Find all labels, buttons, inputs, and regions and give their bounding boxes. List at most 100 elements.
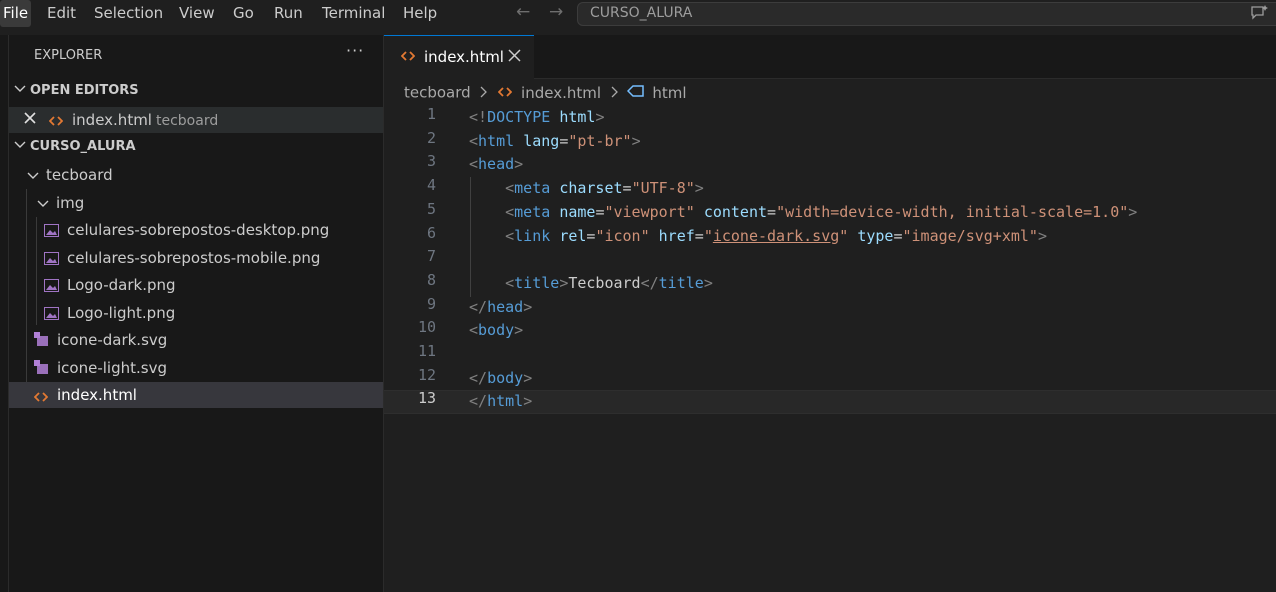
tree-file-png[interactable]: celulares-sobrepostos-desktop.png <box>9 217 383 243</box>
menu-go[interactable]: Go <box>233 0 254 27</box>
tree-file-html[interactable]: index.html <box>9 382 383 408</box>
code-token: > <box>523 368 533 387</box>
code-token: < <box>469 321 479 340</box>
code-token: > <box>523 392 533 411</box>
code-token: head <box>478 155 515 174</box>
tab-index-html[interactable]: index.html <box>384 35 534 79</box>
code-token: < <box>469 155 479 174</box>
line-number: 13 <box>417 389 436 408</box>
code-token: > <box>703 273 713 292</box>
chevron-down-icon <box>14 83 30 98</box>
menu-terminal[interactable]: Terminal <box>322 0 385 27</box>
tree-file-png[interactable]: Logo-dark.png <box>9 272 383 298</box>
folder-label: tecboard <box>46 166 113 184</box>
line-number: 11 <box>417 342 436 360</box>
command-center-search[interactable]: CURSO_ALURA <box>577 2 1276 26</box>
menu-selection[interactable]: Selection <box>94 0 163 27</box>
line-number: 3 <box>426 152 436 171</box>
code-token: icone-dark.svg <box>712 226 840 245</box>
code-line[interactable]: <html lang="pt-br"> <box>469 129 641 153</box>
workspace-name: CURSO_ALURA <box>590 5 693 21</box>
chevron-down-icon <box>37 195 49 213</box>
file-label: icone-light.svg <box>57 359 167 377</box>
open-editor-folder: tecboard <box>155 113 219 129</box>
workspace-header[interactable]: CURSO_ALURA <box>14 139 136 154</box>
menu-view[interactable]: View <box>179 0 215 27</box>
code-token: > <box>631 131 641 150</box>
file-label: index.html <box>57 386 137 404</box>
code-token: <! <box>469 108 488 126</box>
ellipsis-icon[interactable]: ··· <box>346 41 364 60</box>
svg-file-icon <box>34 332 48 350</box>
menu-run[interactable]: Run <box>274 0 303 27</box>
tab-label: index.html <box>424 48 504 66</box>
code-token: charset <box>559 179 623 198</box>
forward-arrow-icon[interactable]: → <box>549 2 563 22</box>
tree-file-svg[interactable]: icone-light.svg <box>9 355 383 381</box>
code-token: href <box>658 226 695 245</box>
tree-folder-img[interactable]: img <box>9 190 383 216</box>
code-token: </ <box>640 273 659 292</box>
explorer-sidebar: EXPLORER ··· OPEN EDITORS index.html tecb… <box>0 35 384 592</box>
line-number: 8 <box>426 270 436 289</box>
sidebar-divider <box>8 35 9 592</box>
line-number: 9 <box>426 294 436 313</box>
code-token: = <box>622 179 632 198</box>
close-icon[interactable] <box>508 47 521 66</box>
line-number: 1 <box>426 105 436 123</box>
code-line[interactable]: </head> <box>469 295 532 319</box>
code-token: = <box>694 226 704 245</box>
line-number: 7 <box>426 247 436 266</box>
code-token: < <box>469 131 479 150</box>
code-line[interactable]: </html> <box>469 389 532 413</box>
breadcrumb-symbol[interactable]: html <box>652 84 686 102</box>
code-token: < <box>505 202 515 221</box>
code-token: < <box>505 273 515 292</box>
menu-file[interactable]: File <box>0 0 32 27</box>
line-number: 2 <box>426 128 436 147</box>
line-number: 12 <box>417 365 436 384</box>
back-arrow-icon[interactable]: ← <box>516 2 530 22</box>
chat-sparkle-icon[interactable] <box>1250 4 1270 26</box>
image-file-icon <box>44 306 59 324</box>
code-line[interactable]: </body> <box>469 366 532 390</box>
code-token: > <box>595 108 605 126</box>
menu-help[interactable]: Help <box>403 0 437 27</box>
tree-file-svg[interactable]: icone-dark.svg <box>9 327 383 353</box>
menu-edit[interactable]: Edit <box>47 0 76 27</box>
line-number: 5 <box>426 199 436 218</box>
open-editors-header[interactable]: OPEN EDITORS <box>14 83 139 98</box>
code-token: "width=device-width, initial-scale=1.0" <box>776 202 1129 221</box>
close-icon[interactable] <box>24 110 36 128</box>
code-line[interactable]: <!DOCTYPE html> <box>469 105 604 129</box>
file-label: Logo-light.png <box>67 304 176 322</box>
breadcrumb-file[interactable]: index.html <box>521 84 601 102</box>
code-line[interactable]: <body> <box>469 318 523 342</box>
tree-file-png[interactable]: celulares-sobrepostos-mobile.png <box>9 245 383 271</box>
code-line[interactable]: <head> <box>469 152 523 176</box>
code-token: link <box>514 226 560 245</box>
breadcrumb-folder[interactable]: tecboard <box>404 84 471 102</box>
svg-file-icon <box>34 360 48 378</box>
code-token: "viewport" <box>604 202 704 221</box>
image-file-icon <box>44 278 59 296</box>
tree-folder-tecboard[interactable]: tecboard <box>9 162 383 188</box>
code-line[interactable]: <link rel="icon" href="icone-dark.svg" t… <box>469 224 1047 248</box>
code-token: Tecboard <box>568 273 641 292</box>
line-number: 10 <box>417 318 436 337</box>
open-editors-label: OPEN EDITORS <box>30 83 139 98</box>
code-token: </ <box>469 392 488 411</box>
tree-file-png[interactable]: Logo-light.png <box>9 300 383 326</box>
code-line[interactable]: <meta charset="UTF-8"> <box>469 176 704 200</box>
code-line[interactable]: <meta name="viewport" content="width=dev… <box>469 200 1137 224</box>
code-line[interactable]: <title>Tecboard</title> <box>469 271 713 295</box>
code-token: = <box>893 226 903 245</box>
code-token: < <box>505 179 515 198</box>
folder-label: img <box>56 194 85 212</box>
code-token: = <box>767 202 777 221</box>
open-editor-item[interactable]: index.html tecboard <box>9 107 383 133</box>
code-token: < <box>505 226 515 245</box>
code-token: > <box>514 155 524 174</box>
